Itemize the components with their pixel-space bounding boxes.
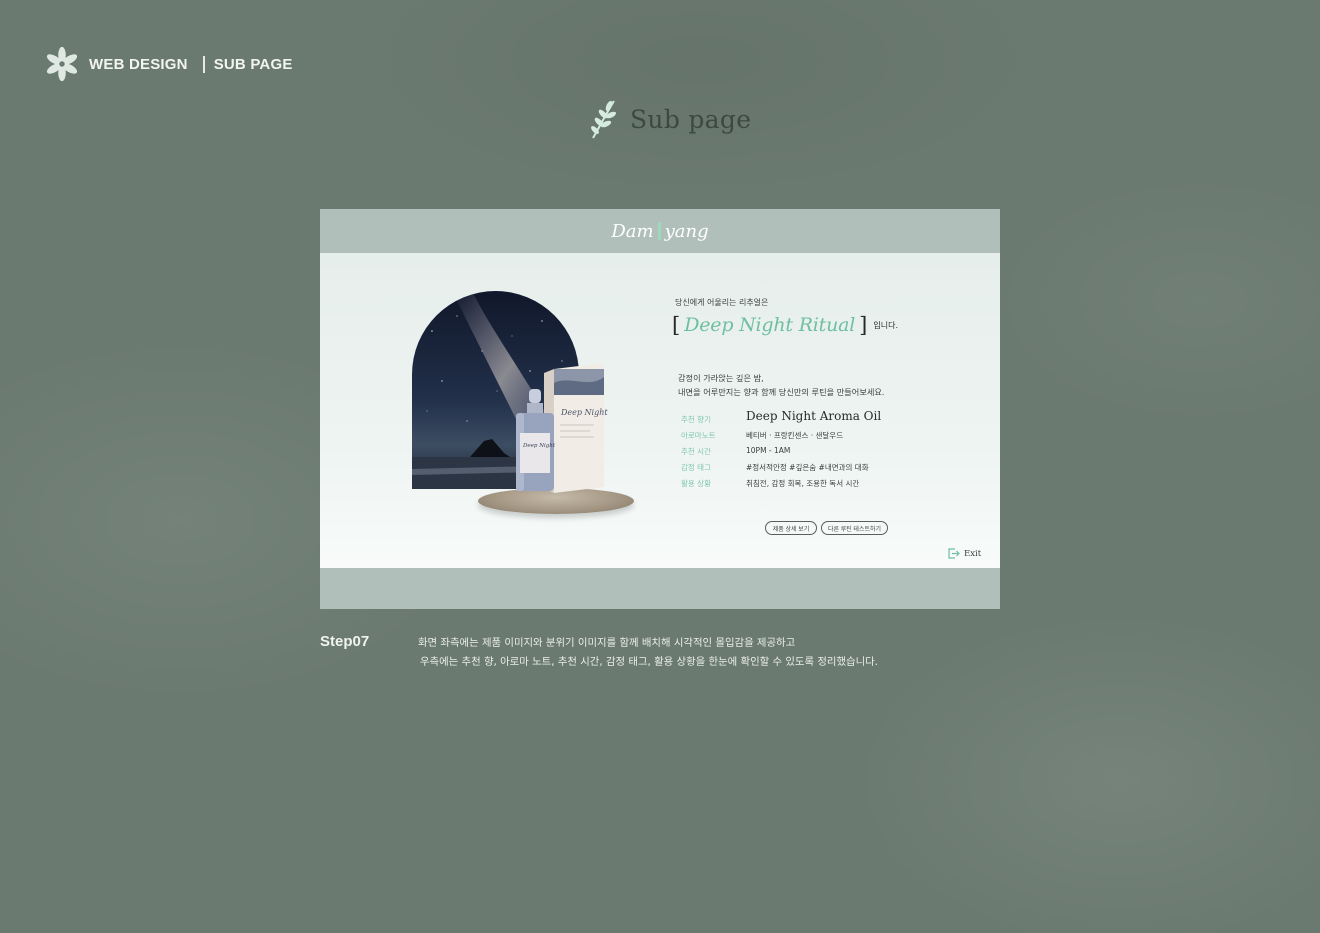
product-detail-button[interactable]: 제품 상세 보기 xyxy=(765,521,817,535)
product-bottle: Deep Night xyxy=(516,389,556,491)
desc-line-2: 내면을 어루만지는 향과 함께 당신만의 루틴을 만들어보세요. xyxy=(678,387,885,397)
bottle-label: Deep Night xyxy=(522,443,556,449)
section-title-text: Sub page xyxy=(630,104,752,134)
ritual-title: [ Deep Night Ritual ] 입니다. xyxy=(672,313,898,337)
step-description: 화면 좌측에는 제품 이미지와 분위기 이미지를 함께 배치해 시각적인 몰입감… xyxy=(418,634,878,672)
bracket-open: [ xyxy=(672,313,681,337)
info-value: Deep Night Aroma Oil xyxy=(746,409,882,423)
ritual-description: 감정이 가라앉는 깊은 밤, 내면을 어루만지는 향과 함께 당신만의 루틴을 … xyxy=(678,371,885,399)
info-value: 베티버 · 프랑킨센스 · 샌달우드 xyxy=(746,431,844,440)
ritual-name: Deep Night Ritual xyxy=(684,314,856,336)
ritual-suffix: 입니다. xyxy=(873,320,898,330)
flower-logo-icon xyxy=(46,46,78,82)
step-desc-line-1: 화면 좌측에는 제품 이미지와 분위기 이미지를 함께 배치해 시각적인 몰입감… xyxy=(418,637,796,649)
result-panel: Deep Night Deep Night 당신에게 어울리는 리추얼은 [ D… xyxy=(320,253,1000,568)
logo-text-right: yang xyxy=(664,220,709,242)
exit-button[interactable]: Exit xyxy=(948,548,981,559)
section-title: Sub page xyxy=(588,98,751,140)
header-divider xyxy=(202,55,205,73)
mockup-screen: Dam yang Deep Night Deep Night 당신에게 어울리는… xyxy=(320,209,1000,609)
info-key: 감정 태그 xyxy=(681,463,711,472)
web-design-label: WEB DESIGN xyxy=(89,55,188,73)
step-desc-line-2: 우측에는 추천 향, 아로마 노트, 추천 시간, 감정 태그, 활용 상황을 … xyxy=(420,656,878,668)
desc-line-1: 감정이 가라앉는 깊은 밤, xyxy=(678,373,764,383)
result-intro: 당신에게 어울리는 리추얼은 xyxy=(675,298,769,307)
info-key: 추천 향기 xyxy=(681,415,711,424)
damhyang-logo[interactable]: Dam yang xyxy=(611,221,708,242)
info-key: 추천 시간 xyxy=(681,447,711,456)
logo-text-left: Dam xyxy=(611,220,654,242)
retake-test-button[interactable]: 다른 루틴 테스트하기 xyxy=(821,521,888,535)
exit-icon xyxy=(948,548,960,559)
leaf-icon xyxy=(591,100,617,139)
info-value: 취침전, 감정 회복, 조용한 독서 시간 xyxy=(746,479,860,488)
logo-accent-bar xyxy=(657,222,661,240)
step-label: Step07 xyxy=(320,633,370,650)
mockup-header: Dam yang xyxy=(320,209,1000,253)
info-value: #정서적안정 #깊은숨 #내면과의 대화 xyxy=(746,463,869,472)
box-label: Deep Night xyxy=(560,408,608,417)
portfolio-header: WEB DESIGN SUB PAGE xyxy=(44,44,293,84)
info-value: 10PM - 1AM xyxy=(746,446,791,455)
bracket-close: ] xyxy=(859,313,868,337)
info-key: 아로마노트 xyxy=(681,431,716,440)
sub-page-label: SUB PAGE xyxy=(213,55,293,73)
exit-label: Exit xyxy=(964,548,982,559)
info-key: 활용 상황 xyxy=(681,479,711,488)
